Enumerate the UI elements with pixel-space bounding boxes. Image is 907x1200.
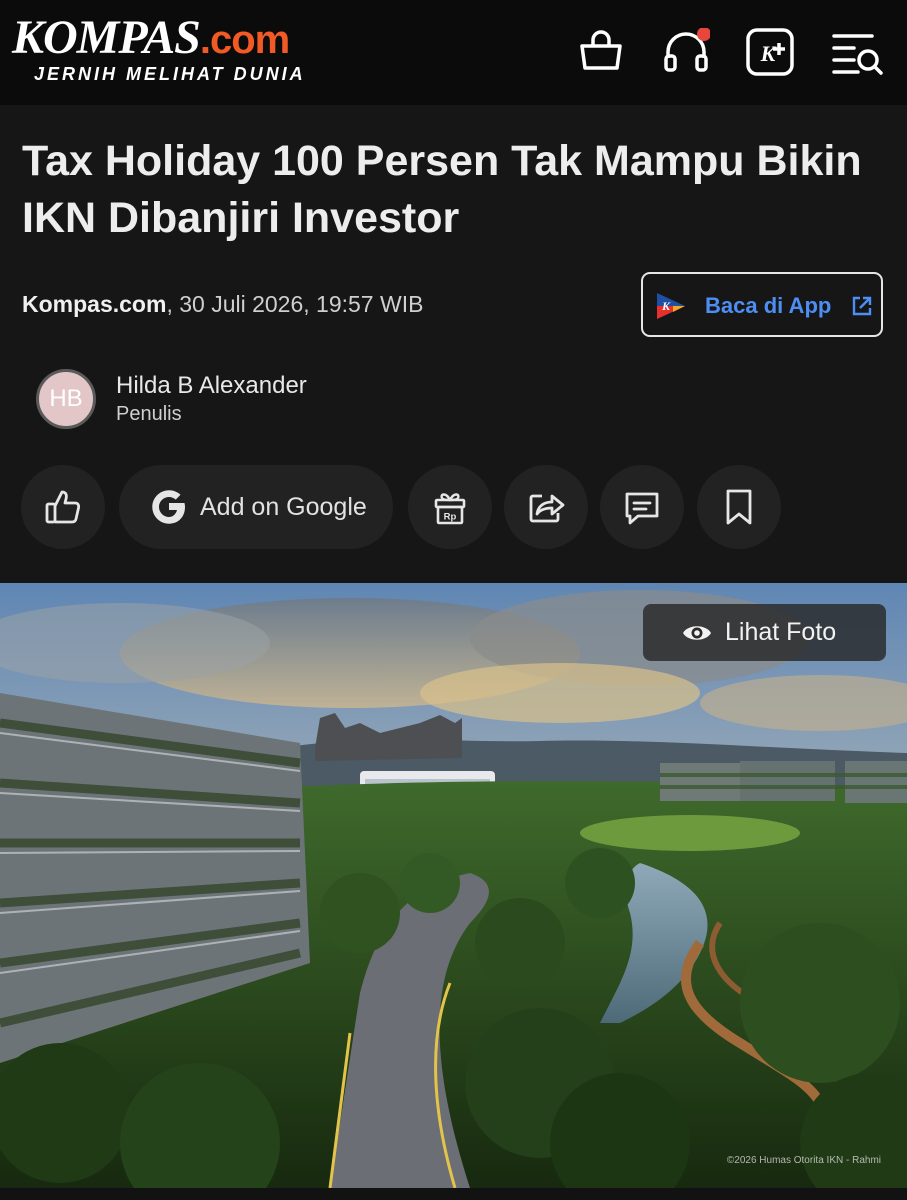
share-icon	[529, 494, 565, 523]
view-photo-button[interactable]: Lihat Foto	[643, 604, 886, 661]
comment-button[interactable]	[600, 465, 684, 549]
author-avatar[interactable]: HB	[36, 369, 96, 429]
article-byline: Kompas.com, 30 Juli 2026, 19:57 WIB	[22, 291, 423, 318]
ikn-landscape-image	[0, 583, 907, 1188]
logo-wordmark: KOMPAS.com	[12, 11, 290, 64]
add-on-google-label: Add on Google	[200, 493, 367, 521]
external-link-icon	[851, 295, 873, 322]
svg-text:Rp: Rp	[444, 512, 457, 523]
bottom-divider	[0, 1188, 907, 1200]
google-icon	[152, 490, 185, 524]
article-source[interactable]: Kompas.com	[22, 291, 166, 317]
bookmark-button[interactable]	[697, 465, 781, 549]
hero-photo[interactable]: Lihat Foto ©2026 Humas Otorita IKN - Rah…	[0, 583, 907, 1188]
article-datetime: , 30 Juli 2026, 19:57 WIB	[166, 291, 424, 317]
like-button[interactable]	[21, 465, 105, 549]
read-in-app-label: Baca di App	[705, 293, 832, 318]
view-photo-label: Lihat Foto	[725, 618, 837, 646]
bookmark-icon	[726, 489, 752, 525]
headphones-icon[interactable]	[662, 27, 711, 76]
gift-rp-icon: Rp	[434, 493, 466, 525]
kplus-icon[interactable]: K	[746, 28, 794, 76]
gift-button[interactable]: Rp	[408, 465, 492, 549]
logo-brand-main: KOMPAS	[12, 11, 201, 64]
article-title: Tax Holiday 100 Persen Tak Mampu Bikin I…	[22, 137, 862, 242]
shopping-bag-icon[interactable]	[577, 28, 625, 76]
read-in-app-button[interactable]: K Baca di App	[641, 272, 883, 337]
kompas-app-icon: K	[655, 290, 687, 327]
menu-search-icon[interactable]	[832, 28, 883, 76]
logo-tagline: JERNIH MELIHAT DUNIA	[34, 64, 306, 84]
thumbs-up-icon	[45, 490, 81, 524]
comment-icon	[625, 492, 659, 525]
top-navigation-bar: KOMPAS.com JERNIH MELIHAT DUNIA K	[0, 0, 907, 105]
author-name[interactable]: Hilda B Alexander	[116, 372, 307, 400]
share-button[interactable]	[504, 465, 588, 549]
author-role: Penulis	[116, 403, 182, 425]
photo-credit: ©2026 Humas Otorita IKN - Rahmi	[726, 1155, 881, 1166]
svg-text:K: K	[661, 299, 671, 313]
article-header: Tax Holiday 100 Persen Tak Mampu Bikin I…	[0, 105, 907, 583]
logo-brand-suffix: .com	[199, 18, 290, 62]
eye-icon	[683, 626, 711, 640]
add-on-google-button[interactable]: Add on Google	[119, 465, 393, 549]
kompas-logo[interactable]: KOMPAS.com JERNIH MELIHAT DUNIA	[12, 11, 303, 85]
svg-text:K: K	[760, 41, 777, 66]
